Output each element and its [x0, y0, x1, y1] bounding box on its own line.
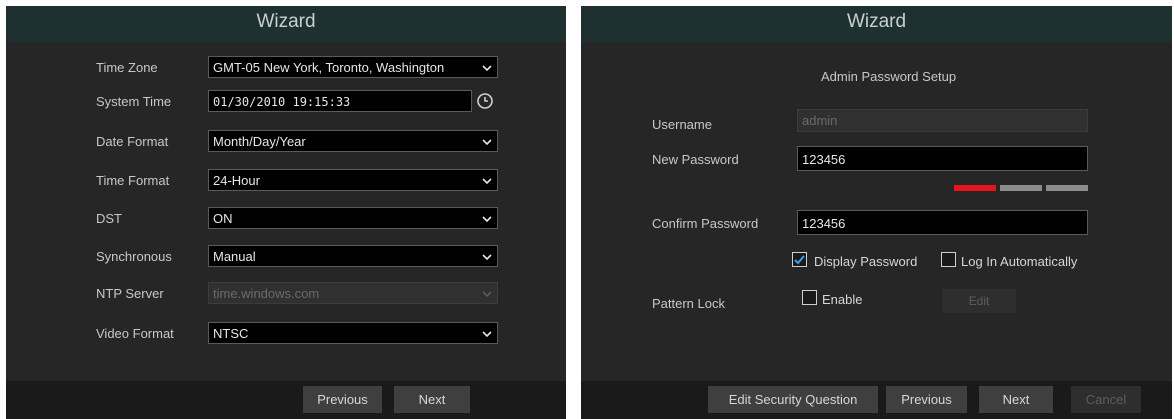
- pattern-lock-label: Pattern Lock: [652, 296, 725, 311]
- log-in-automatically-checkbox[interactable]: [941, 252, 956, 267]
- video-format-value: NTSC: [213, 326, 249, 341]
- system-time-label: System Time: [96, 94, 172, 109]
- new-password-label: New Password: [652, 152, 739, 167]
- chevron-down-icon: [482, 254, 492, 261]
- date-format-label: Date Format: [96, 134, 169, 149]
- synchronous-label: Synchronous: [96, 249, 172, 264]
- synchronous-value: Manual: [213, 249, 256, 264]
- wizard-title: Wizard: [6, 6, 566, 42]
- previous-button[interactable]: Previous: [303, 386, 382, 413]
- time-zone-select[interactable]: GMT-05 New York, Toronto, Washington: [208, 56, 498, 78]
- password-strength-segment: [1046, 185, 1088, 191]
- display-password-label[interactable]: Display Password: [814, 254, 917, 269]
- ntp-server-label: NTP Server: [96, 286, 164, 301]
- password-setup-panel: Wizard Admin Password Setup Username adm…: [581, 6, 1172, 419]
- clock-icon[interactable]: [476, 92, 494, 110]
- password-strength-segment: [954, 185, 996, 191]
- log-in-automatically-label[interactable]: Log In Automatically: [961, 254, 1077, 269]
- right-footer: Edit Security Question Previous Next Can…: [581, 381, 1172, 419]
- date-format-select[interactable]: Month/Day/Year: [208, 130, 498, 152]
- time-format-select[interactable]: 24-Hour: [208, 169, 498, 191]
- system-time-input[interactable]: 01/30/2010 19:15:33: [208, 90, 472, 112]
- chevron-down-icon: [482, 65, 492, 72]
- chevron-down-icon: [482, 139, 492, 146]
- dst-value: ON: [213, 211, 233, 226]
- time-zone-label: Time Zone: [96, 60, 158, 75]
- pattern-lock-edit-button[interactable]: Edit: [942, 289, 1016, 313]
- next-button[interactable]: Next: [979, 386, 1053, 413]
- checkmark-icon: [794, 255, 805, 265]
- previous-button[interactable]: Previous: [886, 386, 967, 413]
- chevron-down-icon: [482, 216, 492, 223]
- video-format-select[interactable]: NTSC: [208, 322, 498, 344]
- display-password-checkbox[interactable]: [792, 252, 807, 267]
- ntp-server-select: time.windows.com: [208, 282, 498, 304]
- chevron-down-icon: [482, 291, 492, 298]
- next-button[interactable]: Next: [394, 386, 470, 413]
- confirm-password-label: Confirm Password: [652, 216, 759, 231]
- cancel-button[interactable]: Cancel: [1071, 386, 1141, 413]
- password-strength-segment: [1000, 185, 1042, 191]
- left-footer: Previous Next: [6, 381, 566, 419]
- synchronous-select[interactable]: Manual: [208, 245, 498, 267]
- confirm-password-input[interactable]: 123456: [797, 210, 1088, 235]
- ntp-server-value: time.windows.com: [213, 286, 320, 301]
- dst-label: DST: [96, 211, 122, 226]
- chevron-down-icon: [482, 178, 492, 185]
- section-subtitle: Admin Password Setup: [821, 69, 957, 84]
- time-settings-panel: Wizard Time Zone GMT-05 New York, Toront…: [6, 6, 566, 419]
- username-input: admin: [797, 109, 1088, 132]
- pattern-lock-enable-checkbox[interactable]: [802, 290, 817, 305]
- new-password-input[interactable]: 123456: [797, 146, 1088, 171]
- username-label: Username: [652, 117, 712, 132]
- chevron-down-icon: [482, 331, 492, 338]
- video-format-label: Video Format: [96, 326, 174, 341]
- date-format-value: Month/Day/Year: [213, 134, 306, 149]
- wizard-title: Wizard: [581, 6, 1172, 42]
- pattern-lock-enable-label[interactable]: Enable: [822, 292, 862, 307]
- edit-security-question-button[interactable]: Edit Security Question: [708, 386, 878, 413]
- dst-select[interactable]: ON: [208, 207, 498, 229]
- time-format-value: 24-Hour: [213, 173, 260, 188]
- time-format-label: Time Format: [96, 173, 170, 188]
- time-zone-value: GMT-05 New York, Toronto, Washington: [213, 60, 445, 75]
